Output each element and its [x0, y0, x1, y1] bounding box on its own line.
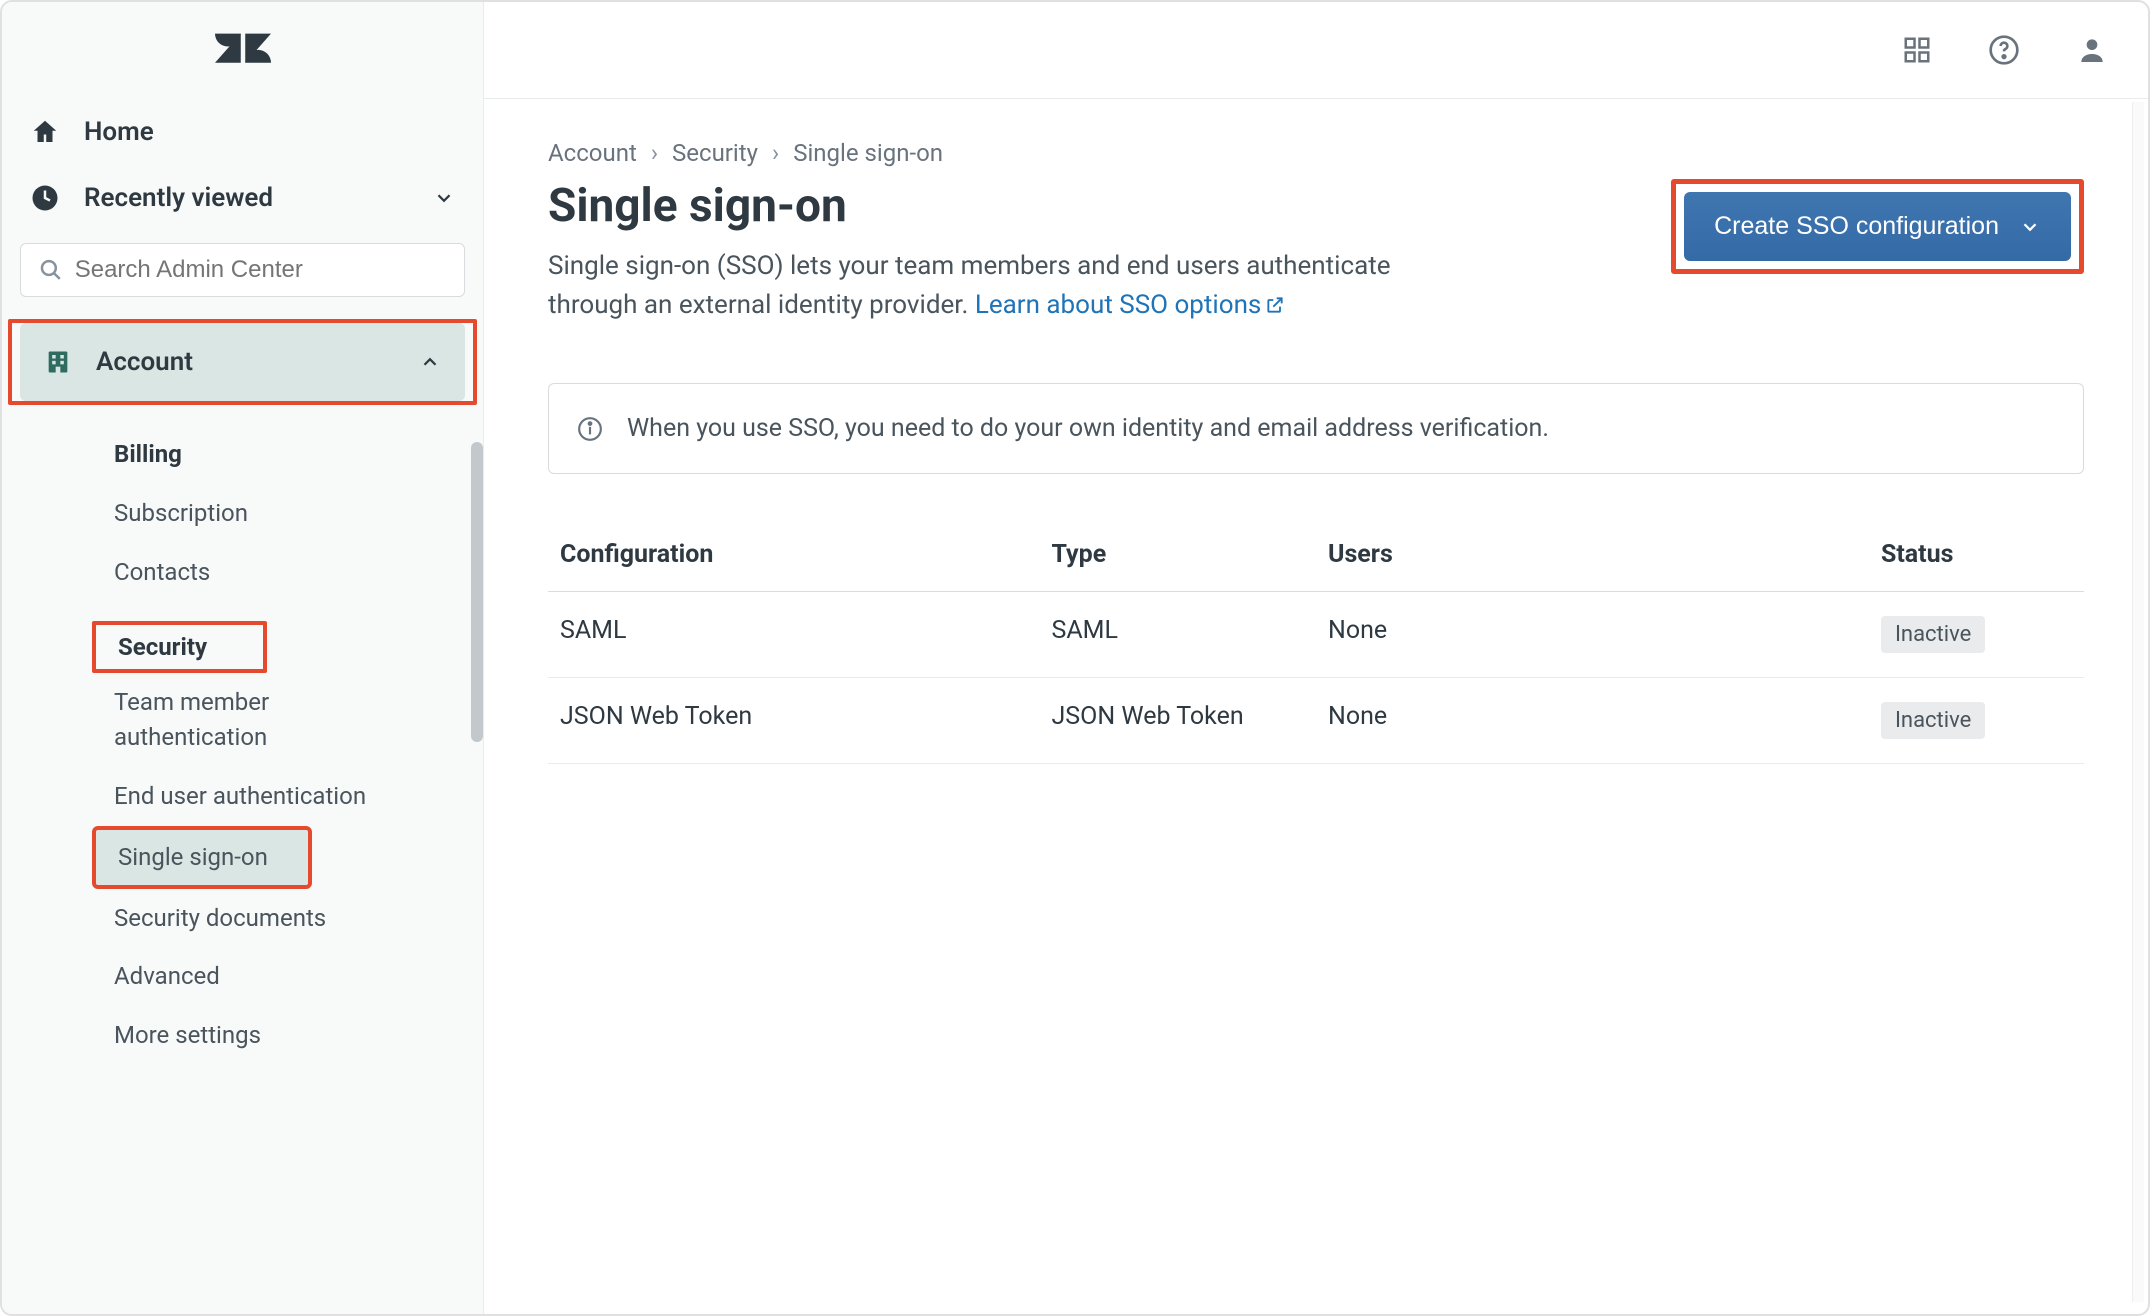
header-text: Single sign-on Single sign-on (SSO) lets… — [548, 179, 1448, 327]
sidebar-scrollbar[interactable] — [471, 442, 483, 742]
main: Account › Security › Single sign-on Sing… — [484, 2, 2148, 1314]
section-account[interactable]: Account — [20, 323, 465, 401]
create-sso-label: Create SSO configuration — [1714, 212, 1999, 241]
crumb-security[interactable]: Security — [672, 139, 758, 167]
chevron-up-icon — [419, 351, 441, 373]
brand-logo — [2, 2, 483, 99]
profile-icon[interactable] — [2076, 34, 2108, 66]
help-icon[interactable] — [1988, 34, 2020, 66]
table-row[interactable]: SAML SAML None Inactive — [548, 592, 2084, 678]
subnav-advanced[interactable]: Advanced — [2, 947, 483, 1006]
page-title: Single sign-on — [548, 179, 1448, 233]
subnav-billing[interactable]: Billing — [2, 425, 483, 484]
sidebar: Home Recently viewed Account Billing Sub… — [2, 2, 484, 1314]
th-type: Type — [1040, 522, 1316, 592]
breadcrumb: Account › Security › Single sign-on — [548, 139, 2084, 167]
cell-type: JSON Web Token — [1040, 678, 1316, 764]
chevron-down-icon — [2019, 216, 2041, 238]
crumb-sep: › — [651, 139, 658, 167]
nav-home-label: Home — [84, 117, 154, 147]
cell-users: None — [1316, 592, 1869, 678]
clock-icon — [30, 183, 60, 213]
crumb-sep: › — [772, 139, 779, 167]
highlight-account: Account — [8, 319, 477, 405]
learn-sso-link-text: Learn about SSO options — [975, 290, 1261, 320]
sso-config-table: Configuration Type Users Status SAML SAM… — [548, 522, 2084, 764]
subnav-more-settings[interactable]: More settings — [2, 1006, 483, 1065]
building-icon — [44, 348, 72, 376]
info-icon — [577, 416, 603, 442]
cell-config: JSON Web Token — [548, 678, 1040, 764]
search-icon — [39, 257, 63, 283]
highlight-cta: Create SSO configuration — [1671, 179, 2084, 274]
subnav-security-docs[interactable]: Security documents — [2, 889, 483, 948]
chevron-down-icon — [433, 187, 455, 209]
status-badge: Inactive — [1881, 702, 1985, 739]
th-status: Status — [1869, 522, 2084, 592]
subnav-single-sign-on[interactable]: Single sign-on — [92, 826, 312, 889]
zendesk-logo-icon — [215, 30, 271, 72]
info-banner: When you use SSO, you need to do your ow… — [548, 383, 2084, 474]
status-badge: Inactive — [1881, 616, 1985, 653]
crumb-sso: Single sign-on — [793, 139, 943, 167]
search-wrap — [2, 231, 483, 317]
crumb-account[interactable]: Account — [548, 139, 637, 167]
subnav-contacts[interactable]: Contacts — [2, 543, 483, 602]
main-scrollbar[interactable] — [2132, 102, 2144, 1302]
cell-type: SAML — [1040, 592, 1316, 678]
nav-recently-viewed[interactable]: Recently viewed — [2, 165, 483, 231]
subnav-enduser-auth[interactable]: End user authentication — [2, 767, 483, 826]
page-description: Single sign-on (SSO) lets your team memb… — [548, 247, 1448, 327]
cell-config: SAML — [548, 592, 1040, 678]
nav-home[interactable]: Home — [2, 99, 483, 165]
subnav-team-auth[interactable]: Team member authentication — [2, 673, 483, 767]
learn-sso-link[interactable]: Learn about SSO options — [975, 290, 1285, 320]
search-box[interactable] — [20, 243, 465, 297]
home-icon — [30, 117, 60, 147]
topbar — [484, 2, 2148, 99]
th-config: Configuration — [548, 522, 1040, 592]
nav-recently-viewed-label: Recently viewed — [84, 183, 273, 213]
content: Account › Security › Single sign-on Sing… — [484, 99, 2148, 1314]
cell-users: None — [1316, 678, 1869, 764]
subnav: Billing Subscription Contacts Security T… — [2, 407, 483, 1065]
subnav-security-heading[interactable]: Security — [92, 621, 267, 673]
section-account-label: Account — [96, 347, 193, 377]
apps-icon[interactable] — [1902, 35, 1932, 65]
subnav-subscription[interactable]: Subscription — [2, 484, 483, 543]
th-users: Users — [1316, 522, 1869, 592]
banner-text: When you use SSO, you need to do your ow… — [627, 414, 1549, 443]
create-sso-button[interactable]: Create SSO configuration — [1684, 192, 2071, 261]
external-link-icon — [1265, 288, 1285, 327]
table-row[interactable]: JSON Web Token JSON Web Token None Inact… — [548, 678, 2084, 764]
search-input[interactable] — [75, 256, 446, 284]
